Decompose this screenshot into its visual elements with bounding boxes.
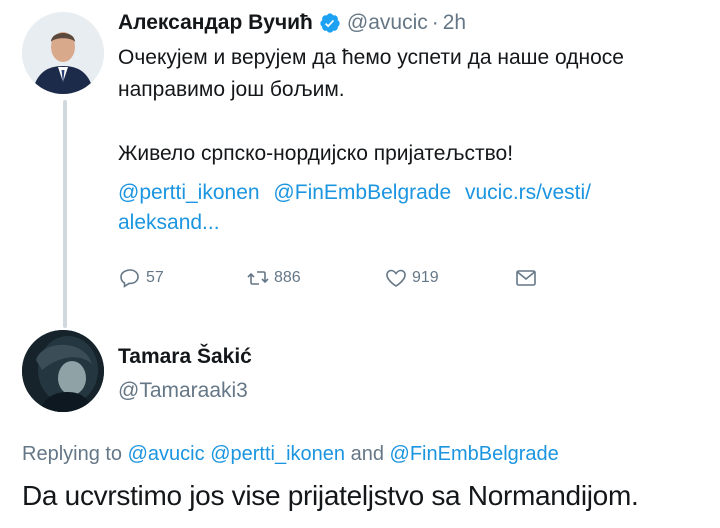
reply-tweet[interactable]: Tamara Šakić @Tamaraaki3 <box>118 342 252 406</box>
reply-icon <box>120 269 139 288</box>
retweet-icon <box>247 271 269 285</box>
like-icon <box>386 269 406 287</box>
mention-link[interactable]: @pertti_ikonen <box>210 443 345 465</box>
like-button[interactable]: 919 <box>384 266 439 290</box>
replying-conjunction: and <box>350 443 384 465</box>
direct-message-icon <box>516 270 536 286</box>
replying-label: Replying to <box>22 443 123 465</box>
avatar[interactable] <box>22 330 104 412</box>
retweet-button[interactable]: 886 <box>246 266 301 290</box>
separator: · <box>431 11 439 34</box>
display-name[interactable]: Tamara Šakić <box>118 342 252 372</box>
tweet[interactable]: Александар Вучић @avucic · 2h Очекујем и… <box>118 8 714 238</box>
retweet-count: 886 <box>274 269 301 286</box>
url-link-continued[interactable]: aleksand... <box>118 211 220 234</box>
avatar-image <box>22 12 104 94</box>
like-count: 919 <box>412 269 439 286</box>
replying-to-line: Replying to @avucic @pertti_ikonen and @… <box>22 443 559 466</box>
avatar-image <box>22 330 104 412</box>
display-name[interactable]: Александар Вучић <box>118 8 313 38</box>
reply-text: Da ucvrstimo jos vise prijateljstvo sa N… <box>22 480 639 511</box>
mention-link[interactable]: @FinEmbBelgrade <box>273 181 451 204</box>
url-link[interactable]: vucic.rs/vesti/ <box>465 181 591 204</box>
reply-count: 57 <box>146 269 164 286</box>
mention-link[interactable]: @FinEmbBelgrade <box>390 443 559 465</box>
timestamp[interactable]: 2h <box>443 8 466 38</box>
tweet-actions: 57 886 919 <box>118 266 558 296</box>
tweet-text: Очекујем и верујем да ћемо успети да наш… <box>118 46 624 165</box>
mention-link[interactable]: @avucic <box>128 443 205 465</box>
tweet-header: Александар Вучић @avucic · 2h <box>118 8 714 38</box>
thread-connector <box>63 100 67 328</box>
tweet-links: @pertti_ikonen @FinEmbBelgrade vucic.rs/… <box>118 178 678 238</box>
direct-message-button[interactable] <box>514 266 542 290</box>
verified-badge-icon <box>319 12 341 34</box>
reply-button[interactable]: 57 <box>118 266 164 290</box>
handle[interactable]: @Tamaraaki3 <box>118 376 252 406</box>
avatar[interactable] <box>22 12 104 94</box>
mention-link[interactable]: @pertti_ikonen <box>118 181 260 204</box>
handle[interactable]: @avucic <box>347 8 428 38</box>
